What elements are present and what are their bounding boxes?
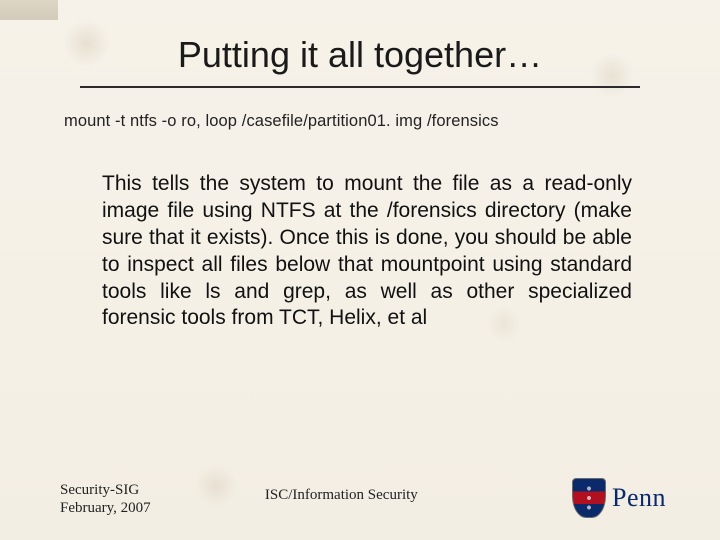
footer: Security-SIG February, 2007 ISC/Informat… bbox=[60, 478, 666, 518]
shield-icon bbox=[572, 478, 606, 518]
slide: Putting it all together… mount -t ntfs -… bbox=[0, 0, 720, 540]
penn-logo: Penn bbox=[572, 478, 666, 518]
footer-center: ISC/Information Security bbox=[111, 487, 572, 518]
body-paragraph: This tells the system to mount the file … bbox=[102, 171, 632, 332]
title-rule bbox=[80, 86, 640, 88]
penn-wordmark: Penn bbox=[612, 483, 666, 513]
command-line: mount -t ntfs -o ro, loop /casefile/part… bbox=[64, 112, 656, 131]
slide-title: Putting it all together… bbox=[60, 34, 660, 76]
